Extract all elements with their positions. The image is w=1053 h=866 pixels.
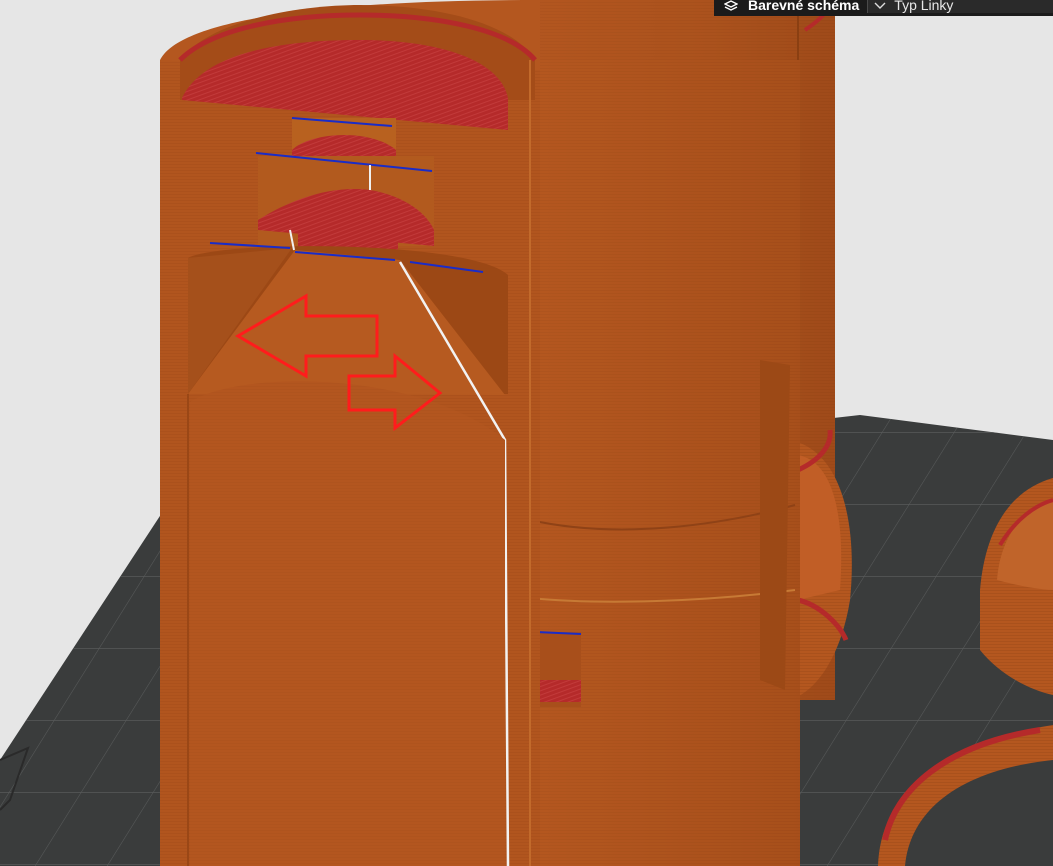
color-scheme-label: Barevné schéma <box>748 0 860 13</box>
section-cut <box>160 5 540 866</box>
chevron-down-icon <box>874 2 886 10</box>
layers-icon <box>724 0 738 12</box>
color-scheme-dropdown[interactable]: Barevné schéma <box>714 0 867 13</box>
view-toolbar: Barevné schéma Typ Linky <box>714 0 1053 16</box>
line-type-label: Typ Linky <box>894 0 954 13</box>
line-type-dropdown[interactable]: Typ Linky <box>867 0 1053 13</box>
3d-preview-viewport[interactable] <box>0 0 1053 866</box>
